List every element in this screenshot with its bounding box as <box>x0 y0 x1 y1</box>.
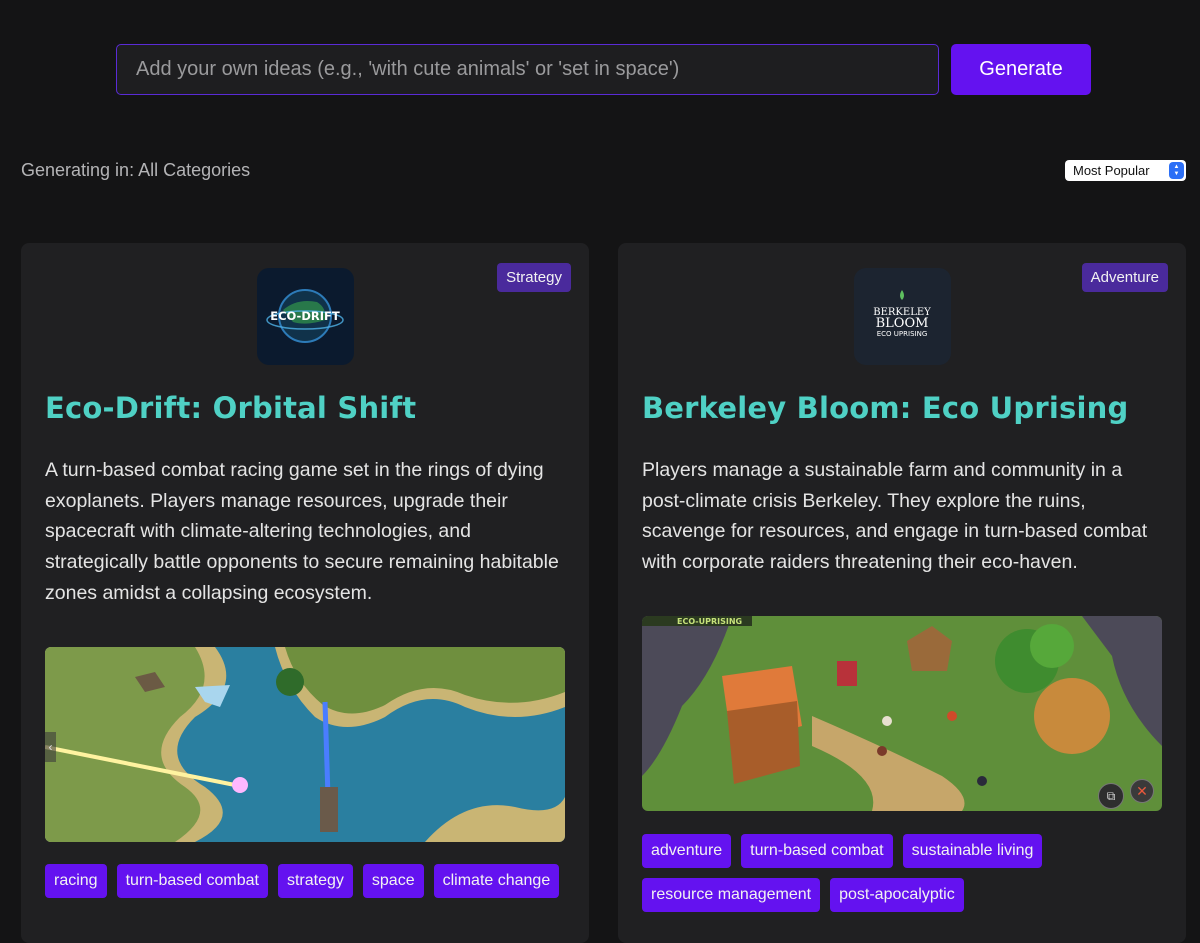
idea-bar: Generate <box>116 44 1091 95</box>
game-logo: ECO-DRIFT <box>257 268 354 365</box>
tag[interactable]: adventure <box>642 834 732 868</box>
tag[interactable]: strategy <box>277 864 353 898</box>
close-icon[interactable]: ✕ <box>1130 779 1154 803</box>
game-title: Berkeley Bloom: Eco Uprising <box>642 391 1129 425</box>
tag[interactable]: sustainable living <box>902 834 1043 868</box>
game-card: Adventure BERKELEY BLOOM ECO UPRISING Be… <box>618 243 1186 943</box>
logo-text: ECO-DRIFT <box>270 309 340 323</box>
status-row: Generating in: All Categories Most Popul… <box>21 160 1186 181</box>
tag[interactable]: climate change <box>433 864 560 898</box>
tag[interactable]: racing <box>45 864 107 898</box>
tag[interactable]: space <box>362 864 424 898</box>
fullscreen-icon[interactable]: ⧉ <box>1098 783 1124 809</box>
tag-list: racing turn-based combat strategy space … <box>45 864 570 898</box>
tag[interactable]: turn-based combat <box>116 864 268 898</box>
game-card: Strategy ECO-DRIFT Eco-Drift: Orbital Sh… <box>21 243 589 943</box>
category-badge: Adventure <box>1081 263 1168 292</box>
game-title: Eco-Drift: Orbital Shift <box>45 391 417 425</box>
sort-selected-label: Most Popular <box>1073 163 1150 178</box>
select-arrows-icon: ▲ ▼ <box>1169 162 1184 179</box>
generating-status: Generating in: All Categories <box>21 160 251 180</box>
svg-text:ECO UPRISING: ECO UPRISING <box>877 330 928 338</box>
tag[interactable]: turn-based combat <box>741 834 893 868</box>
game-description: A turn-based combat racing game set in t… <box>45 459 559 604</box>
tag-list: adventure turn-based combat sustainable … <box>642 834 1167 912</box>
svg-text:BLOOM: BLOOM <box>876 316 929 331</box>
category-badge: Strategy <box>497 263 571 292</box>
game-screenshot: ECO-UPRISING ⧉ ✕ <box>642 616 1162 811</box>
screenshot-banner: ECO-UPRISING <box>677 617 742 626</box>
game-screenshot: ‹ <box>45 647 565 842</box>
sort-select[interactable]: Most Popular ▲ ▼ <box>1065 160 1186 181</box>
ideas-input[interactable] <box>116 44 939 95</box>
tag[interactable]: resource management <box>642 878 821 912</box>
game-description: Players manage a sustainable farm and co… <box>642 459 1148 574</box>
game-logo: BERKELEY BLOOM ECO UPRISING <box>854 268 951 365</box>
generate-button[interactable]: Generate <box>951 44 1091 95</box>
carousel-prev-icon[interactable]: ‹ <box>45 732 56 762</box>
tag[interactable]: post-apocalyptic <box>830 878 964 912</box>
